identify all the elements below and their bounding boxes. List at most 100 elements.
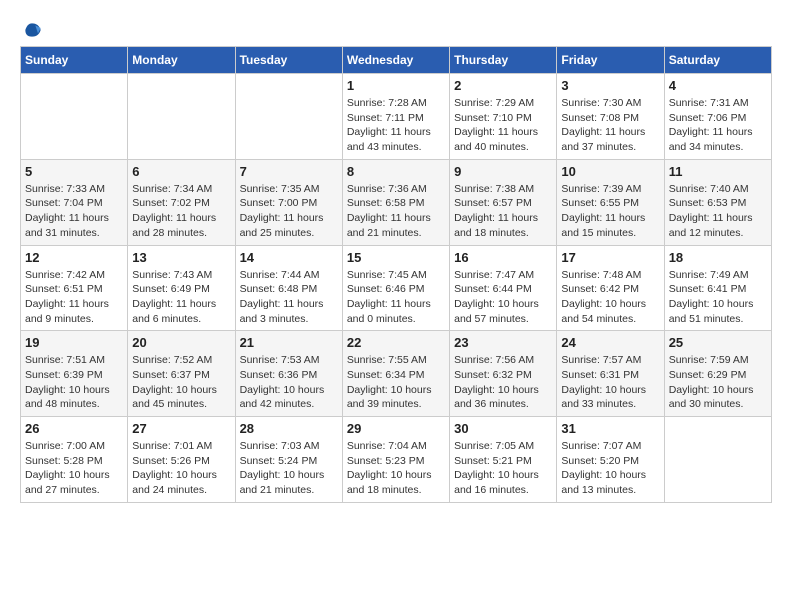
calendar-cell: 30 Sunrise: 7:05 AMSunset: 5:21 PMDayligh… — [450, 417, 557, 503]
calendar-cell: 13 Sunrise: 7:43 AMSunset: 6:49 PMDayligh… — [128, 245, 235, 331]
day-info: Sunrise: 7:00 AMSunset: 5:28 PMDaylight:… — [25, 439, 123, 498]
day-number: 9 — [454, 164, 552, 179]
day-info: Sunrise: 7:44 AMSunset: 6:48 PMDaylight:… — [240, 268, 338, 327]
day-number: 10 — [561, 164, 659, 179]
day-info: Sunrise: 7:49 AMSunset: 6:41 PMDaylight:… — [669, 268, 767, 327]
day-info: Sunrise: 7:59 AMSunset: 6:29 PMDaylight:… — [669, 353, 767, 412]
calendar-cell: 7 Sunrise: 7:35 AMSunset: 7:00 PMDaylight… — [235, 159, 342, 245]
day-of-week-header: Thursday — [450, 47, 557, 74]
day-info: Sunrise: 7:31 AMSunset: 7:06 PMDaylight:… — [669, 96, 767, 155]
calendar-cell: 19Sunrise: 7:51 AMSunset: 6:39 PMDayligh… — [21, 331, 128, 417]
day-info: Sunrise: 7:05 AMSunset: 5:21 PMDaylight:… — [454, 439, 552, 498]
day-number: 6 — [132, 164, 230, 179]
day-number: 25 — [669, 335, 767, 350]
day-info: Sunrise: 7:51 AMSunset: 6:39 PMDaylight:… — [25, 353, 123, 412]
day-info: Sunrise: 7:04 AMSunset: 5:23 PMDaylight:… — [347, 439, 445, 498]
day-info: Sunrise: 7:42 AMSunset: 6:51 PMDaylight:… — [25, 268, 123, 327]
calendar-cell — [128, 74, 235, 160]
day-number: 7 — [240, 164, 338, 179]
day-info: Sunrise: 7:45 AMSunset: 6:46 PMDaylight:… — [347, 268, 445, 327]
calendar-cell: 3 Sunrise: 7:30 AMSunset: 7:08 PMDaylight… — [557, 74, 664, 160]
day-info: Sunrise: 7:40 AMSunset: 6:53 PMDaylight:… — [669, 182, 767, 241]
day-number: 3 — [561, 78, 659, 93]
calendar-cell: 25 Sunrise: 7:59 AMSunset: 6:29 PMDayligh… — [664, 331, 771, 417]
calendar-cell: 14 Sunrise: 7:44 AMSunset: 6:48 PMDayligh… — [235, 245, 342, 331]
day-info: Sunrise: 7:43 AMSunset: 6:49 PMDaylight:… — [132, 268, 230, 327]
day-info: Sunrise: 7:03 AMSunset: 5:24 PMDaylight:… — [240, 439, 338, 498]
day-info: Sunrise: 7:38 AMSunset: 6:57 PMDaylight:… — [454, 182, 552, 241]
day-number: 15 — [347, 250, 445, 265]
day-number: 22 — [347, 335, 445, 350]
day-number: 18 — [669, 250, 767, 265]
day-number: 28 — [240, 421, 338, 436]
calendar-cell: 18 Sunrise: 7:49 AMSunset: 6:41 PMDayligh… — [664, 245, 771, 331]
day-info: Sunrise: 7:47 AMSunset: 6:44 PMDaylight:… — [454, 268, 552, 327]
day-number: 26 — [25, 421, 123, 436]
calendar-cell: 15 Sunrise: 7:45 AMSunset: 6:46 PMDayligh… — [342, 245, 449, 331]
day-of-week-header: Tuesday — [235, 47, 342, 74]
day-number: 13 — [132, 250, 230, 265]
calendar-cell: 6 Sunrise: 7:34 AMSunset: 7:02 PMDaylight… — [128, 159, 235, 245]
day-number: 27 — [132, 421, 230, 436]
day-info: Sunrise: 7:29 AMSunset: 7:10 PMDaylight:… — [454, 96, 552, 155]
day-info: Sunrise: 7:56 AMSunset: 6:32 PMDaylight:… — [454, 353, 552, 412]
calendar-cell — [664, 417, 771, 503]
day-number: 20 — [132, 335, 230, 350]
day-of-week-header: Sunday — [21, 47, 128, 74]
calendar-cell: 26 Sunrise: 7:00 AMSunset: 5:28 PMDayligh… — [21, 417, 128, 503]
day-number: 11 — [669, 164, 767, 179]
day-of-week-header: Wednesday — [342, 47, 449, 74]
day-number: 16 — [454, 250, 552, 265]
day-number: 21 — [240, 335, 338, 350]
day-number: 17 — [561, 250, 659, 265]
calendar-week-row: 1 Sunrise: 7:28 AMSunset: 7:11 PMDaylight… — [21, 74, 772, 160]
calendar-cell: 11 Sunrise: 7:40 AMSunset: 6:53 PMDayligh… — [664, 159, 771, 245]
calendar-cell: 5Sunrise: 7:33 AMSunset: 7:04 PMDaylight… — [21, 159, 128, 245]
day-info: Sunrise: 7:01 AMSunset: 5:26 PMDaylight:… — [132, 439, 230, 498]
day-number: 14 — [240, 250, 338, 265]
calendar-cell: 22 Sunrise: 7:55 AMSunset: 6:34 PMDayligh… — [342, 331, 449, 417]
calendar-cell — [235, 74, 342, 160]
day-number: 1 — [347, 78, 445, 93]
day-info: Sunrise: 7:35 AMSunset: 7:00 PMDaylight:… — [240, 182, 338, 241]
day-info: Sunrise: 7:28 AMSunset: 7:11 PMDaylight:… — [347, 96, 445, 155]
day-number: 23 — [454, 335, 552, 350]
day-number: 8 — [347, 164, 445, 179]
day-of-week-header: Saturday — [664, 47, 771, 74]
calendar-header: SundayMondayTuesdayWednesdayThursdayFrid… — [21, 47, 772, 74]
day-info: Sunrise: 7:55 AMSunset: 6:34 PMDaylight:… — [347, 353, 445, 412]
calendar-cell: 17Sunrise: 7:48 AMSunset: 6:42 PMDayligh… — [557, 245, 664, 331]
calendar-cell: 24Sunrise: 7:57 AMSunset: 6:31 PMDayligh… — [557, 331, 664, 417]
calendar-week-row: 26 Sunrise: 7:00 AMSunset: 5:28 PMDayligh… — [21, 417, 772, 503]
calendar-cell: 1 Sunrise: 7:28 AMSunset: 7:11 PMDaylight… — [342, 74, 449, 160]
day-number: 24 — [561, 335, 659, 350]
day-number: 2 — [454, 78, 552, 93]
calendar-cell: 20 Sunrise: 7:52 AMSunset: 6:37 PMDayligh… — [128, 331, 235, 417]
day-info: Sunrise: 7:30 AMSunset: 7:08 PMDaylight:… — [561, 96, 659, 155]
logo — [20, 20, 42, 36]
day-info: Sunrise: 7:53 AMSunset: 6:36 PMDaylight:… — [240, 353, 338, 412]
day-number: 4 — [669, 78, 767, 93]
calendar-cell: 31Sunrise: 7:07 AMSunset: 5:20 PMDayligh… — [557, 417, 664, 503]
day-number: 12 — [25, 250, 123, 265]
calendar-cell: 27 Sunrise: 7:01 AMSunset: 5:26 PMDayligh… — [128, 417, 235, 503]
day-of-week-header: Friday — [557, 47, 664, 74]
calendar-cell: 28 Sunrise: 7:03 AMSunset: 5:24 PMDayligh… — [235, 417, 342, 503]
calendar-cell: 23 Sunrise: 7:56 AMSunset: 6:32 PMDayligh… — [450, 331, 557, 417]
page-header — [20, 20, 772, 36]
day-number: 30 — [454, 421, 552, 436]
calendar-cell: 9 Sunrise: 7:38 AMSunset: 6:57 PMDaylight… — [450, 159, 557, 245]
day-number: 29 — [347, 421, 445, 436]
day-number: 5 — [25, 164, 123, 179]
day-info: Sunrise: 7:34 AMSunset: 7:02 PMDaylight:… — [132, 182, 230, 241]
calendar-cell: 10Sunrise: 7:39 AMSunset: 6:55 PMDayligh… — [557, 159, 664, 245]
day-info: Sunrise: 7:36 AMSunset: 6:58 PMDaylight:… — [347, 182, 445, 241]
day-info: Sunrise: 7:52 AMSunset: 6:37 PMDaylight:… — [132, 353, 230, 412]
calendar-cell: 8 Sunrise: 7:36 AMSunset: 6:58 PMDaylight… — [342, 159, 449, 245]
calendar-cell: 2 Sunrise: 7:29 AMSunset: 7:10 PMDaylight… — [450, 74, 557, 160]
calendar-cell: 12 Sunrise: 7:42 AMSunset: 6:51 PMDayligh… — [21, 245, 128, 331]
day-number: 31 — [561, 421, 659, 436]
calendar-cell — [21, 74, 128, 160]
calendar-week-row: 12 Sunrise: 7:42 AMSunset: 6:51 PMDayligh… — [21, 245, 772, 331]
day-of-week-header: Monday — [128, 47, 235, 74]
